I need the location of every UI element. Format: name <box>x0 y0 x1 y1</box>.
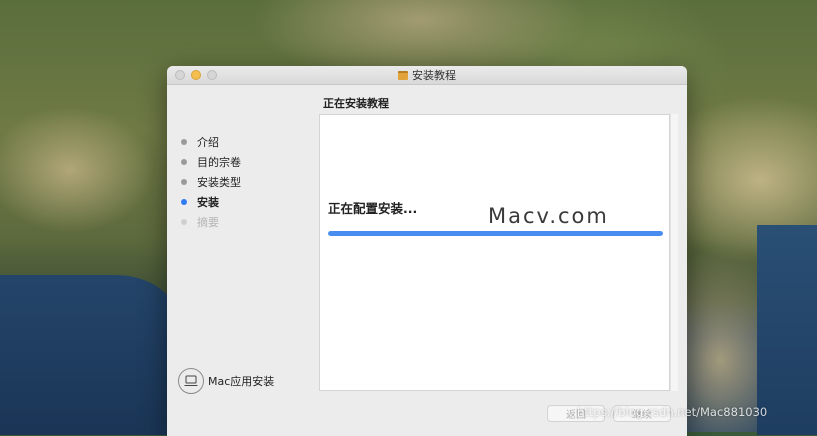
brand-label: Mac应用安装 <box>208 375 275 388</box>
step-label: 目的宗卷 <box>197 156 241 169</box>
step-label: 介绍 <box>197 136 219 149</box>
step-summary: 摘要 <box>181 212 241 232</box>
package-icon <box>398 70 408 80</box>
progress-bar <box>328 231 663 236</box>
step-list: 介绍 目的宗卷 安装类型 安装 摘要 <box>181 132 241 232</box>
installer-window: 安装教程 介绍 目的宗卷 安装类型 安装 摘要 Mac应用安装 正在安装教程 正… <box>167 66 687 436</box>
step-label: 安装类型 <box>197 176 241 189</box>
page-heading: 正在安装教程 <box>323 97 389 110</box>
laptop-icon <box>178 368 204 394</box>
step-intro: 介绍 <box>181 132 241 152</box>
progress-fill <box>328 231 663 236</box>
step-dot <box>181 159 187 165</box>
watermark-url: https://blog.csdn.net/Mac881030 <box>577 405 768 419</box>
wallpaper-sea-left <box>0 275 175 435</box>
window-controls <box>175 70 217 80</box>
installer-sidebar: 介绍 目的宗卷 安装类型 安装 摘要 Mac应用安装 <box>167 85 317 415</box>
brand-badge: Mac应用安装 <box>178 368 274 394</box>
content-panel: 正在配置安装... <box>319 114 670 391</box>
step-label: 摘要 <box>197 216 219 229</box>
step-label: 安装 <box>197 196 219 209</box>
step-destination: 目的宗卷 <box>181 152 241 172</box>
step-dot <box>181 219 187 225</box>
wallpaper-sea-right <box>757 225 817 435</box>
step-dot-active <box>181 199 187 205</box>
window-titlebar[interactable]: 安装教程 <box>167 66 687 85</box>
window-title: 安装教程 <box>412 69 456 82</box>
step-install-type: 安装类型 <box>181 172 241 192</box>
step-dot <box>181 179 187 185</box>
minimize-button[interactable] <box>191 70 201 80</box>
step-dot <box>181 139 187 145</box>
window-title-group: 安装教程 <box>398 67 456 83</box>
panel-edge <box>670 114 678 391</box>
close-button[interactable] <box>175 70 185 80</box>
zoom-button[interactable] <box>207 70 217 80</box>
install-status: 正在配置安装... <box>328 201 418 216</box>
watermark-logo: Macv.com <box>488 204 609 228</box>
step-install: 安装 <box>181 192 241 212</box>
